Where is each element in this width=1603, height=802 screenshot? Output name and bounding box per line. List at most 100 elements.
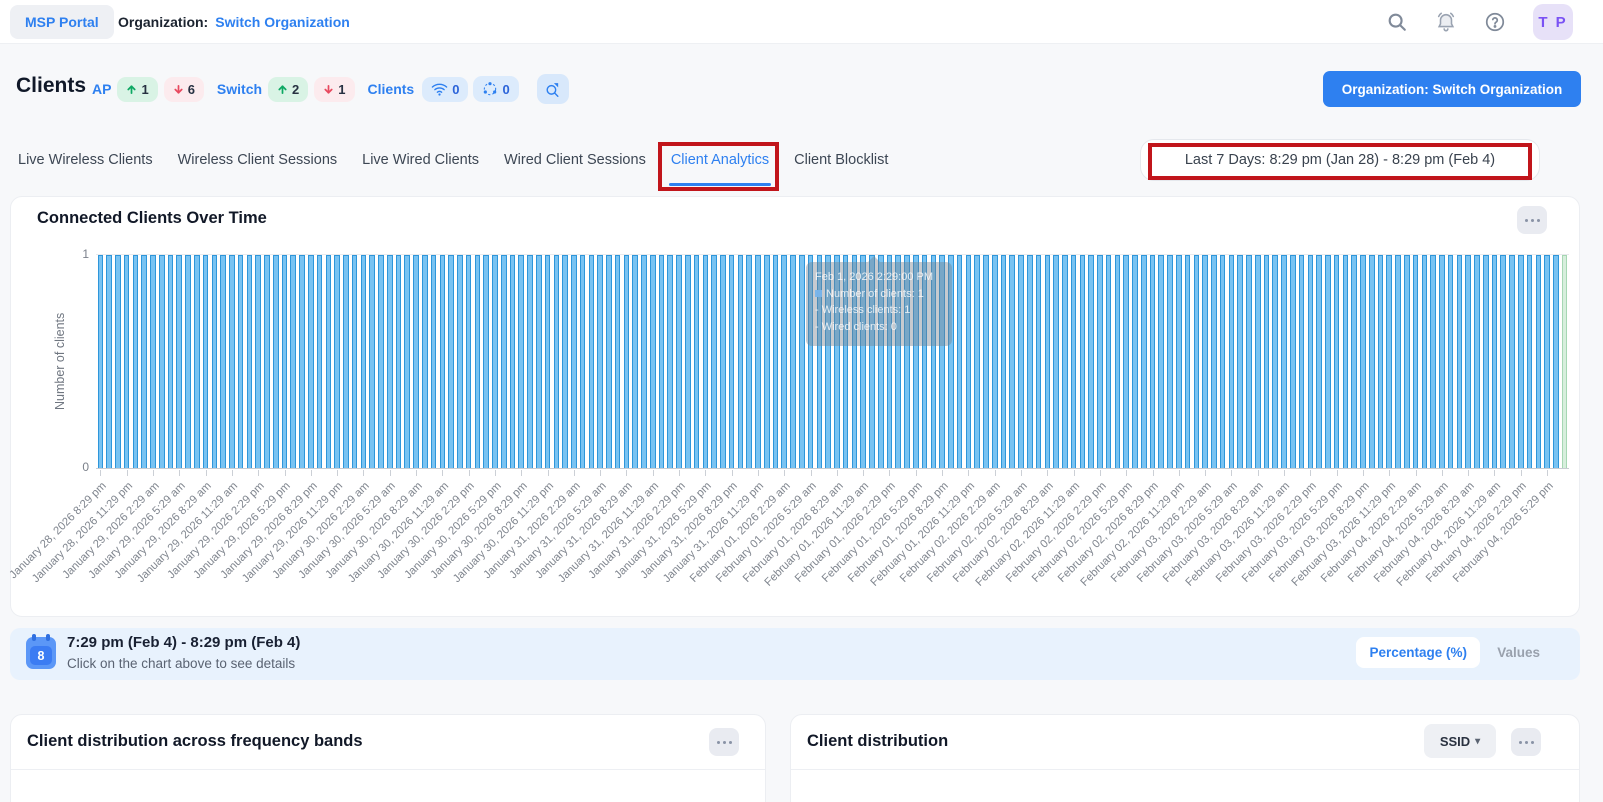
chart-bar[interactable]: [106, 255, 112, 468]
chart-bar[interactable]: [755, 255, 761, 468]
chart-bar[interactable]: [1535, 255, 1542, 468]
tab-client-analytics[interactable]: Client Analytics: [657, 142, 780, 191]
chart-bar[interactable]: [1035, 255, 1042, 468]
chart-bar-selected[interactable]: [1561, 255, 1568, 468]
toggle-values[interactable]: Values: [1497, 645, 1540, 660]
chart-bar[interactable]: [97, 255, 104, 468]
chart-bar[interactable]: [1377, 255, 1384, 468]
chart-bar[interactable]: [1184, 255, 1191, 468]
chart-bar[interactable]: [281, 255, 288, 468]
chart-bar[interactable]: [1237, 255, 1243, 468]
chart-bar[interactable]: [737, 255, 744, 468]
chart-bar[interactable]: [255, 255, 261, 468]
msp-portal-button[interactable]: MSP Portal: [10, 5, 114, 39]
chart-bar[interactable]: [1070, 255, 1077, 468]
chart-bar[interactable]: [571, 255, 577, 468]
chart-bar[interactable]: [1553, 255, 1559, 468]
organization-switch-button[interactable]: Organization: Switch Organization: [1323, 71, 1581, 107]
chart-bar[interactable]: [465, 255, 472, 468]
chart-bar[interactable]: [474, 255, 481, 468]
chart-bar[interactable]: [246, 255, 253, 468]
chart-bar[interactable]: [685, 255, 691, 468]
organization-link[interactable]: Switch Organization: [215, 14, 350, 30]
chart-bar[interactable]: [527, 255, 533, 468]
chart-menu-button[interactable]: [1517, 206, 1547, 234]
chart-bar[interactable]: [1351, 255, 1357, 468]
chart-bar[interactable]: [509, 255, 516, 468]
chart-bar[interactable]: [1114, 255, 1121, 468]
chart-bar[interactable]: [1254, 255, 1261, 468]
chart-bar[interactable]: [623, 255, 630, 468]
client-search-button[interactable]: [536, 74, 569, 104]
chart-bar[interactable]: [1097, 255, 1103, 468]
chart-bar[interactable]: [1263, 255, 1270, 468]
chart-bar[interactable]: [1395, 255, 1401, 468]
chart-bar[interactable]: [1474, 255, 1480, 468]
tab-wireless-client-sessions[interactable]: Wireless Client Sessions: [178, 152, 338, 186]
chart-bar[interactable]: [983, 255, 989, 468]
chart-bar[interactable]: [1140, 255, 1147, 468]
chart-bar[interactable]: [763, 255, 770, 468]
bell-icon[interactable]: [1435, 11, 1457, 33]
toggle-percentage[interactable]: Percentage (%): [1356, 637, 1480, 668]
chart-bar[interactable]: [1333, 255, 1340, 468]
chart-bar[interactable]: [1447, 255, 1454, 468]
chart-bar[interactable]: [974, 255, 980, 468]
chart-bar[interactable]: [1246, 255, 1252, 468]
chart-bar[interactable]: [1360, 255, 1366, 468]
chart-bar[interactable]: [194, 255, 200, 468]
chart-bar[interactable]: [1053, 255, 1059, 468]
chart-bar[interactable]: [1026, 255, 1033, 468]
chart-bar[interactable]: [1176, 255, 1182, 468]
chart-bar[interactable]: [483, 255, 489, 468]
chart-plot-area[interactable]: Feb 1, 2026 2:29:00 PM Number of clients:…: [96, 254, 1569, 469]
chart-bar[interactable]: [308, 255, 314, 468]
chart-bar[interactable]: [772, 255, 779, 468]
chart-bar[interactable]: [211, 255, 218, 468]
tab-client-blocklist[interactable]: Client Blocklist: [794, 152, 888, 186]
chart-bar[interactable]: [1430, 255, 1436, 468]
frequency-bands-menu-button[interactable]: [709, 728, 739, 756]
chart-bar[interactable]: [1193, 255, 1200, 468]
chart-bar[interactable]: [606, 255, 612, 468]
chart-bar[interactable]: [167, 255, 174, 468]
chart-bar[interactable]: [448, 255, 454, 468]
chart-bar[interactable]: [1386, 255, 1393, 468]
chart-bar[interactable]: [746, 255, 752, 468]
chart-bar[interactable]: [430, 255, 437, 468]
chart-bar[interactable]: [316, 255, 323, 468]
chart-bar[interactable]: [1526, 255, 1533, 468]
chart-bar[interactable]: [457, 255, 463, 468]
chart-bar[interactable]: [728, 255, 735, 468]
chart-bar[interactable]: [641, 255, 647, 468]
tab-live-wireless-clients[interactable]: Live Wireless Clients: [18, 152, 153, 186]
tab-wired-client-sessions[interactable]: Wired Client Sessions: [504, 152, 646, 186]
chart-bar[interactable]: [597, 255, 603, 468]
chart-bar[interactable]: [1000, 255, 1007, 468]
chart-bar[interactable]: [965, 255, 972, 468]
chart-bar[interactable]: [1272, 255, 1279, 468]
chart-bar[interactable]: [1009, 255, 1016, 468]
chart-bar[interactable]: [667, 255, 674, 468]
chart-bar[interactable]: [1088, 255, 1094, 468]
chart-bar[interactable]: [518, 255, 525, 468]
chart-bar[interactable]: [500, 255, 507, 468]
chart-bar[interactable]: [991, 255, 998, 468]
chart-bar[interactable]: [413, 255, 419, 468]
chart-bar[interactable]: [1500, 255, 1507, 468]
chart-bar[interactable]: [1044, 255, 1051, 468]
chart-bar[interactable]: [544, 255, 551, 468]
chart-bar[interactable]: [150, 255, 156, 468]
chart-bar[interactable]: [1105, 255, 1112, 468]
chart-bar[interactable]: [1228, 255, 1235, 468]
tab-live-wired-clients[interactable]: Live Wired Clients: [362, 152, 479, 186]
chart-bar[interactable]: [1439, 255, 1445, 468]
chart-bar[interactable]: [141, 255, 147, 468]
chart-bar[interactable]: [720, 255, 726, 468]
chart-bar[interactable]: [1018, 255, 1024, 468]
chart-bar[interactable]: [702, 255, 709, 468]
chart-bar[interactable]: [220, 255, 226, 468]
chart-bar[interactable]: [237, 255, 244, 468]
chart-bar[interactable]: [1465, 255, 1471, 468]
chart-bar[interactable]: [334, 255, 340, 468]
